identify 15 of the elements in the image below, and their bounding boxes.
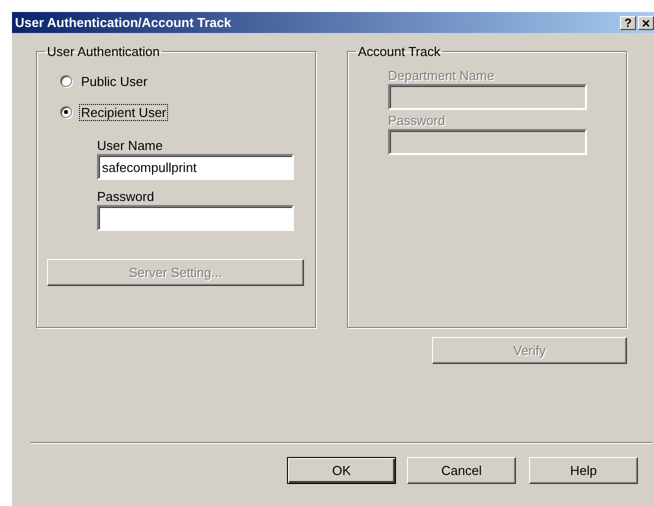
field-label: User Name [97, 138, 164, 154]
field-label: Password [97, 189, 156, 205]
input-field[interactable] [97, 205, 294, 231]
help-button[interactable]: ? [620, 16, 636, 30]
field-label: Password [388, 113, 446, 129]
group-title: Account Track [357, 44, 442, 59]
dialog-button[interactable]: OK [287, 457, 396, 484]
close-button[interactable]: × [638, 16, 654, 30]
group-title: User Authentication [46, 44, 161, 59]
dialog-button[interactable]: Help [529, 457, 638, 484]
field-label: Department Name [388, 68, 496, 84]
dialog-button[interactable]: Cancel [407, 457, 516, 484]
window-title: User Authentication/Account Track [15, 15, 232, 30]
radio-button[interactable]: Public User [60, 72, 150, 90]
input-field[interactable]: safecompullprint [97, 154, 294, 180]
